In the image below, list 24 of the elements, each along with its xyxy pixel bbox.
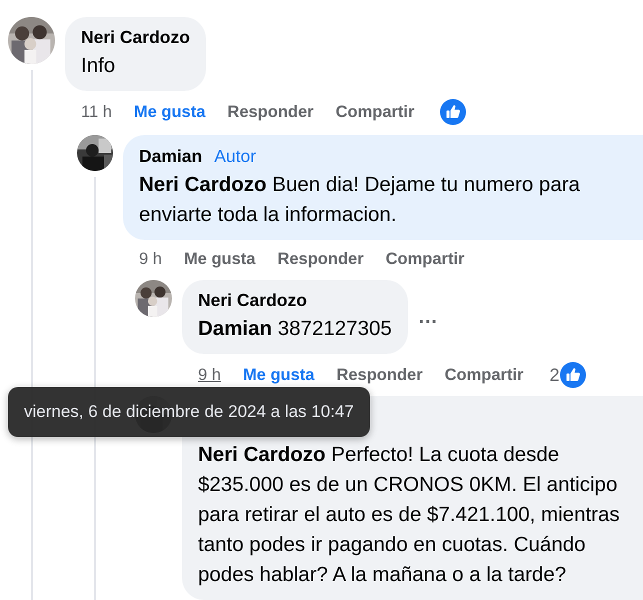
share-link[interactable]: Compartir — [386, 248, 464, 270]
like-link[interactable]: Me gusta — [134, 101, 206, 123]
comment-text: Info — [81, 53, 116, 79]
comment-text: Neri Cardozo Buen dia! Dejame tu numero para enviarte toda la informacion. — [139, 172, 581, 228]
reply-link[interactable]: Responder — [277, 248, 364, 270]
like-link[interactable]: Me gusta — [242, 364, 314, 386]
reaction-count: 2 — [549, 364, 560, 386]
timestamp-link[interactable]: 9 h — [198, 364, 221, 386]
author-label: Autor — [214, 146, 256, 166]
more-options-button[interactable]: … — [408, 302, 448, 332]
like-reaction-icon[interactable] — [560, 362, 586, 388]
author-name[interactable]: Neri Cardozo — [198, 288, 307, 312]
author-name[interactable]: Neri Cardozo — [81, 25, 190, 49]
timestamp-link[interactable]: 9 h — [139, 248, 162, 270]
comment-text: Damian 3872127305 — [198, 316, 392, 342]
reply-link[interactable]: Responder — [227, 101, 314, 123]
comment-text: Neri Cardozo Perfecto! La cuota desde $235.000 es de un CRONOS 0KM. El anticipo para retirar el auto es de $7.421.100, mientras tanto podes ir pagando en cuotas. Cuándo podes hablar? A la mañana o a la tarde? — [198, 442, 621, 588]
share-link[interactable]: Compartir — [336, 101, 414, 123]
author-name[interactable]: Damian — [139, 144, 202, 168]
like-reaction-icon[interactable] — [440, 99, 466, 125]
like-link[interactable]: Me gusta — [184, 248, 256, 270]
share-link[interactable]: Compartir — [444, 364, 524, 386]
reply-link[interactable]: Responder — [336, 364, 423, 386]
timestamp-link[interactable]: 11 h — [81, 101, 112, 123]
